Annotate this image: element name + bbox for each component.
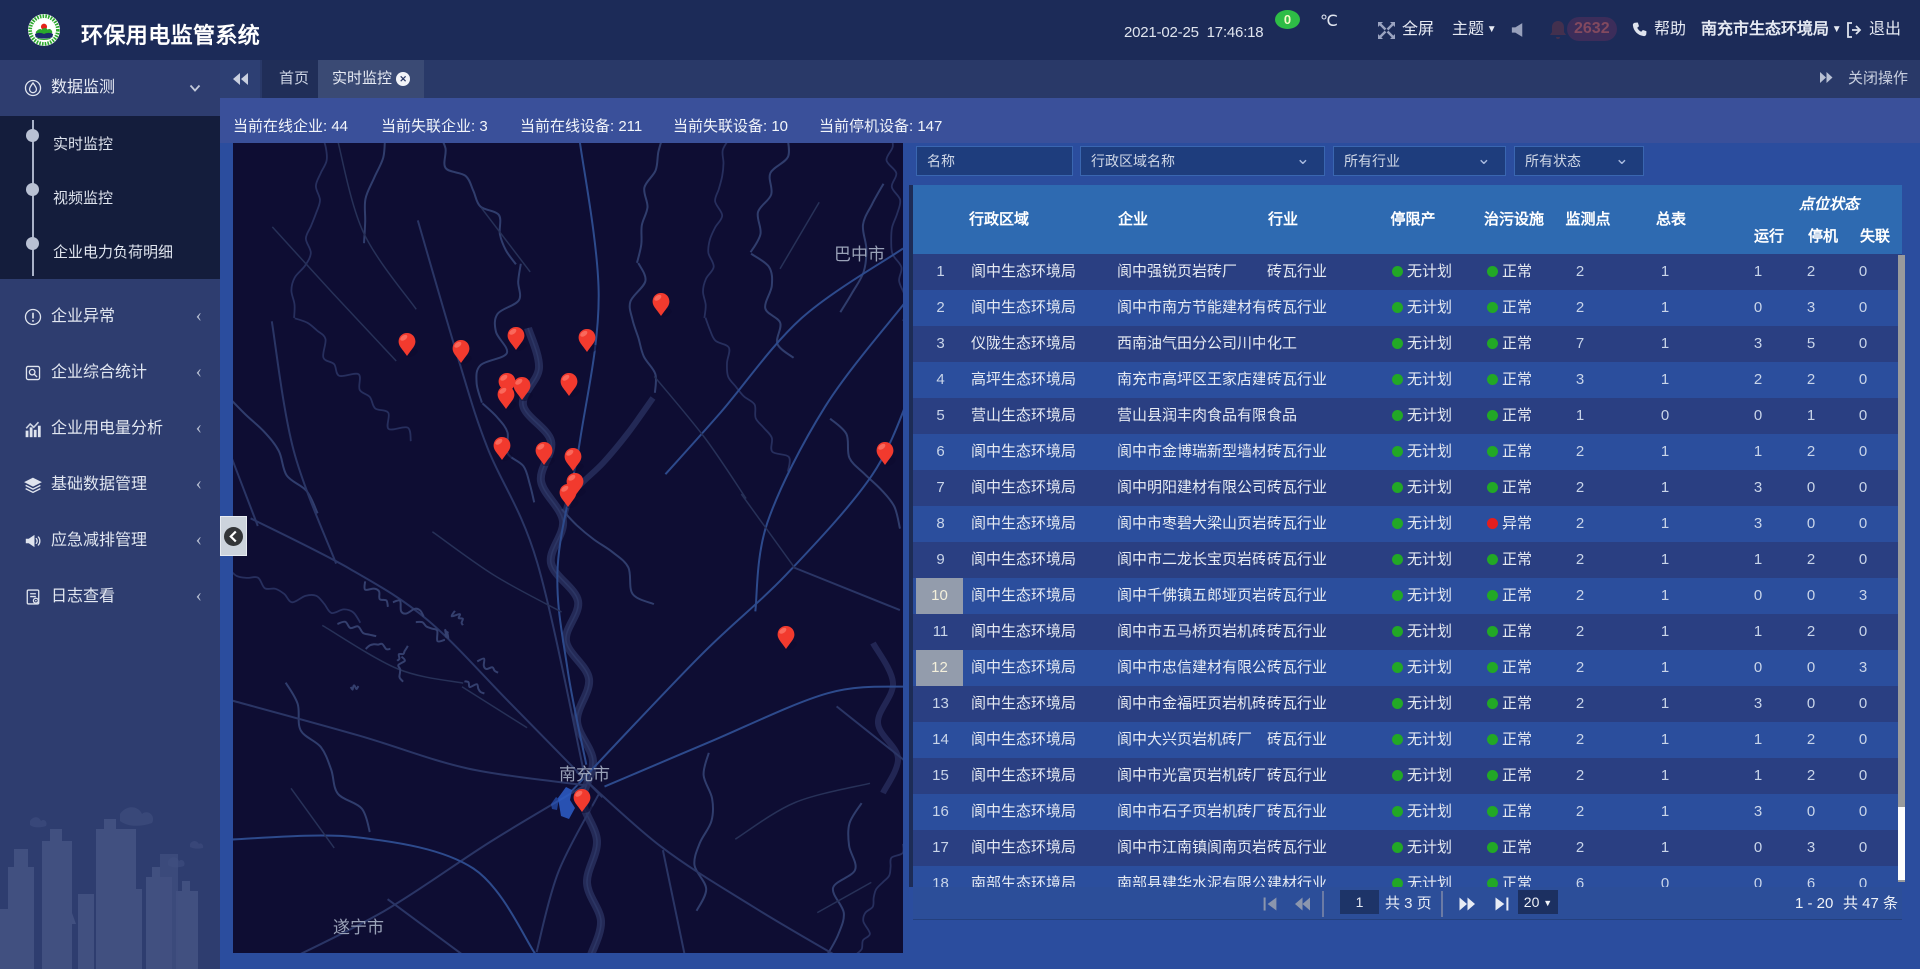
svg-text:巴中市: 巴中市 [834, 245, 885, 264]
svg-text:南充市: 南充市 [559, 765, 610, 784]
svg-text:遂宁市: 遂宁市 [333, 918, 384, 937]
